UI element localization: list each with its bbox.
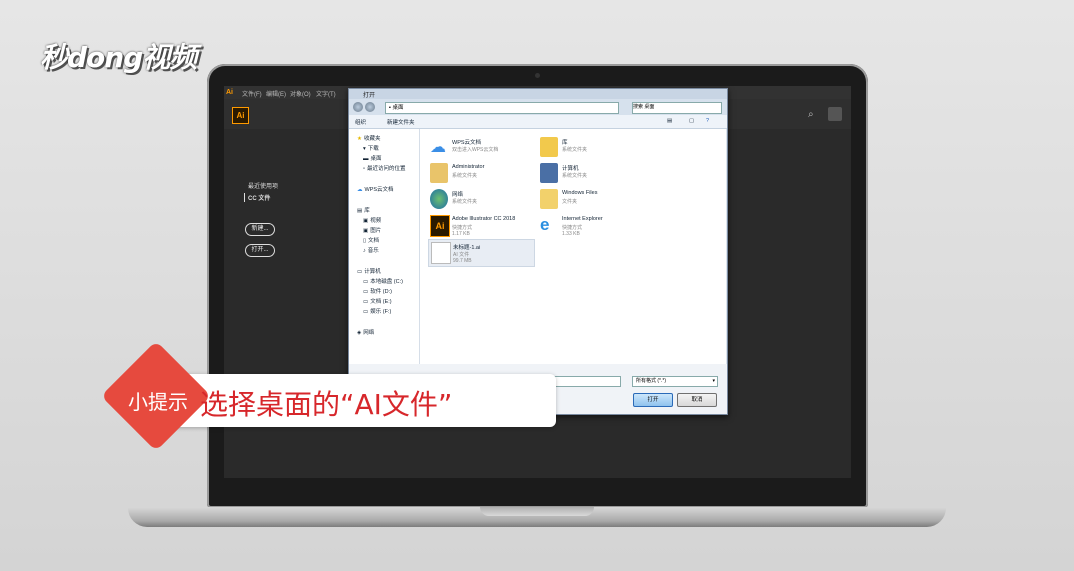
file-item-library[interactable]: 库 系统文件夹 [538, 135, 643, 161]
search-input[interactable]: 搜索 桌面 [632, 102, 722, 114]
file-item-untitled-ai[interactable]: 未标题-1.ai AI 文件 99.7 MB [428, 239, 535, 267]
watermark-logo: 秒dong视频 [40, 41, 197, 74]
drive-icon: ▭ [363, 289, 369, 295]
help-icon[interactable]: ? [706, 118, 709, 124]
ai-logo: Ai [232, 107, 249, 124]
open-dialog: 打开 ▪ 桌面 搜索 桌面 组织 新建文件夹 ▤ ▢ ? ★ 收藏夹 ▾ 下载 ▬ 桌… [348, 88, 728, 415]
nav-drive-f[interactable]: ▭ 娱乐 (F:) [363, 307, 391, 315]
network-icon: ◈ [357, 330, 362, 336]
nav-library[interactable]: ▤ 库 [357, 206, 370, 214]
recent-files-link[interactable]: 最近使用项 [248, 181, 278, 190]
tip-text: 选择桌面的“AI文件” [200, 388, 453, 421]
computer-icon: ▭ [357, 269, 363, 275]
nav-pictures[interactable]: ▣ 图片 [363, 226, 381, 234]
open-button[interactable]: 打开... [245, 244, 275, 257]
menu-object[interactable]: 对象(O) [290, 89, 311, 98]
nav-desktop[interactable]: ▬ 桌面 [363, 154, 382, 162]
new-folder-button[interactable]: 新建文件夹 [387, 118, 415, 126]
drive-icon: ▭ [363, 299, 369, 305]
file-item-wps-cloud[interactable]: ☁ WPS云文档 双击进入WPS云文档 [428, 135, 533, 161]
menu-file[interactable]: 文件(F) [242, 89, 262, 98]
file-item-internet-explorer[interactable]: e Internet Explorer 快捷方式 1.33 KB [538, 213, 643, 239]
video-icon: ▣ [363, 218, 369, 224]
star-icon: ★ [357, 136, 362, 142]
ai-file-icon [431, 242, 451, 264]
nav-documents[interactable]: ▯ 文档 [363, 236, 379, 244]
nav-drive-d[interactable]: ▭ 软件 (D:) [363, 287, 392, 295]
forward-icon[interactable] [365, 102, 375, 112]
menu-type[interactable]: 文字(T) [316, 89, 336, 98]
network-icon [430, 189, 448, 209]
nav-recent[interactable]: ▫ 最近访问的位置 [363, 164, 405, 172]
picture-icon: ▣ [363, 228, 369, 234]
music-icon: ♪ [363, 248, 366, 254]
file-list: ☁ WPS云文档 双击进入WPS云文档 库 系统文件夹 Administrato… [420, 129, 726, 364]
address-text: 桌面 [392, 105, 404, 111]
nav-music[interactable]: ♪ 音乐 [363, 246, 379, 254]
dialog-open-button[interactable]: 打开 [633, 393, 673, 407]
new-button[interactable]: 新建... [245, 223, 275, 236]
cloud-icon: ☁ [430, 139, 446, 156]
user-folder-icon [430, 163, 448, 183]
file-type-select[interactable]: 所有格式 (*.*) ▾ [632, 376, 718, 387]
navigation-pane: ★ 收藏夹 ▾ 下载 ▬ 桌面 ▫ 最近访问的位置 ☁ WPS云文档 ▤ 库 ▣ 视频 ▣ 图片… [349, 129, 420, 364]
cc-files-link[interactable]: CC 文件 [244, 193, 270, 202]
account-icon[interactable] [828, 107, 842, 121]
folder-icon: ▪ [389, 105, 391, 111]
preview-pane-icon[interactable]: ▢ [689, 118, 694, 124]
dialog-title: 打开 [363, 93, 376, 99]
command-bar: 组织 新建文件夹 ▤ ▢ ? [349, 115, 727, 129]
back-icon[interactable] [353, 102, 363, 112]
library-icon [540, 137, 558, 157]
nav-computer[interactable]: ▭ 计算机 [357, 267, 381, 275]
file-item-windows-files[interactable]: Windows Files 文件夹 [538, 187, 643, 213]
file-item-computer[interactable]: 计算机 系统文件夹 [538, 161, 643, 187]
menu-edit[interactable]: 编辑(E) [266, 89, 286, 98]
laptop-notch [480, 507, 594, 516]
desktop-icon: ▬ [363, 156, 369, 162]
chevron-down-icon: ▾ [712, 378, 715, 384]
drive-icon: ▭ [363, 279, 369, 285]
nav-drive-c[interactable]: ▭ 本地磁盘 (C:) [363, 277, 403, 285]
dialog-cancel-button[interactable]: 取消 [677, 393, 717, 407]
nav-video[interactable]: ▣ 视频 [363, 216, 381, 224]
folder-icon [540, 189, 558, 209]
nav-downloads[interactable]: ▾ 下载 [363, 144, 379, 152]
download-icon: ▾ [363, 146, 366, 152]
computer-icon [540, 163, 558, 183]
nav-wps-cloud[interactable]: ☁ WPS云文档 [357, 185, 394, 193]
dialog-titlebar: 打开 [349, 89, 727, 99]
ai-small-logo: Ai [226, 89, 233, 96]
library-icon: ▤ [357, 208, 363, 214]
drive-icon: ▭ [363, 309, 369, 315]
view-icon[interactable]: ▤ [667, 118, 672, 124]
tip-label: 小提示 [128, 390, 188, 414]
organize-button[interactable]: 组织 [355, 118, 366, 126]
camera-icon [535, 73, 540, 78]
address-bar: ▪ 桌面 搜索 桌面 [349, 99, 727, 115]
recent-icon: ▫ [363, 166, 365, 172]
nav-drive-e[interactable]: ▭ 文档 (E:) [363, 297, 392, 305]
cloud-icon: ☁ [357, 187, 363, 193]
illustrator-icon: Ai [430, 215, 450, 237]
file-item-network[interactable]: 网络 系统文件夹 [428, 187, 533, 213]
file-item-illustrator[interactable]: Ai Adobe Illustrator CC 2018 快捷方式 1.17 K… [428, 213, 533, 239]
search-icon[interactable]: ⌕ [808, 109, 814, 120]
nav-network[interactable]: ◈ 网络 [357, 328, 374, 336]
address-input[interactable]: ▪ 桌面 [385, 102, 619, 114]
file-item-administrator[interactable]: Administrator 系统文件夹 [428, 161, 533, 187]
document-icon: ▯ [363, 238, 367, 244]
ie-icon: e [540, 215, 550, 234]
nav-favorites[interactable]: ★ 收藏夹 [357, 134, 380, 142]
